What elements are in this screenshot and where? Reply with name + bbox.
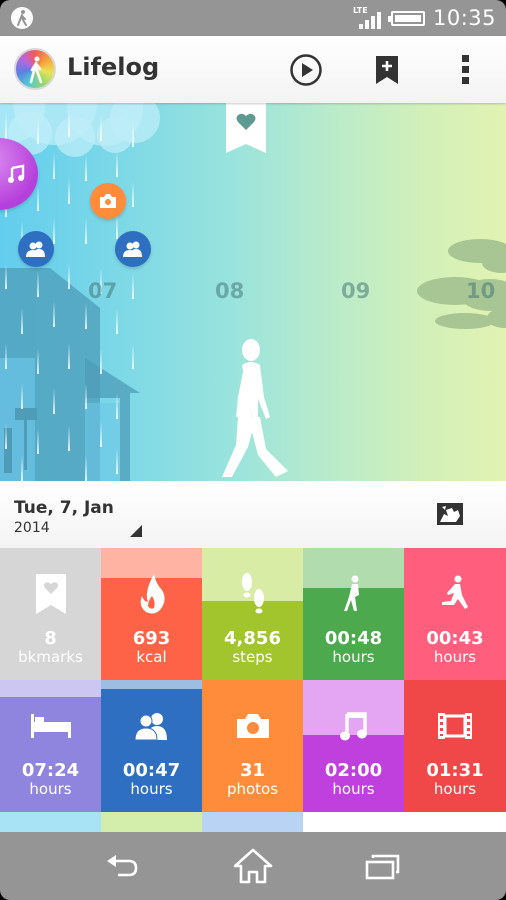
status-bar: LTE 10:35 xyxy=(0,0,506,36)
tile-unit: hours xyxy=(433,648,477,666)
app-title: Lifelog xyxy=(67,53,160,81)
back-arrow-icon xyxy=(107,855,138,877)
hour-label: 09 xyxy=(341,279,371,303)
timeline-view[interactable]: 07 08 09 10 xyxy=(0,103,506,481)
overflow-menu-button[interactable] xyxy=(446,50,486,90)
walking-icon xyxy=(303,574,404,614)
tile-unit: hours xyxy=(332,648,375,666)
tile-movies[interactable]: 01:31 hours xyxy=(404,680,506,812)
map-globe-icon xyxy=(437,503,463,525)
bookmark-add-icon xyxy=(376,56,398,84)
battery-full-icon xyxy=(387,10,425,26)
tile-value: 07:24 xyxy=(21,760,80,781)
tile-value: 00:47 xyxy=(122,760,181,781)
map-view-button[interactable] xyxy=(436,502,464,526)
hour-label: 07 xyxy=(88,279,118,303)
lifelog-app-icon[interactable] xyxy=(14,48,56,90)
tile-music[interactable]: 02:00 hours xyxy=(303,680,404,812)
camera-icon xyxy=(202,706,303,746)
tile-unit: hours xyxy=(433,780,477,798)
hour-label: 10 xyxy=(466,279,496,303)
overflow-menu-icon xyxy=(462,55,469,84)
walking-person-icon xyxy=(11,7,33,29)
tile-social[interactable]: 00:47 hours xyxy=(101,680,202,812)
tile-unit: kcal xyxy=(136,648,167,666)
tile-bookmarks[interactable]: 8 bkmarks xyxy=(0,548,101,680)
tile-calories[interactable]: 693 kcal xyxy=(101,548,202,680)
flame-icon xyxy=(101,574,202,614)
music-note-icon xyxy=(8,164,25,183)
tile-value: 693 xyxy=(132,628,171,649)
tile-value: 31 xyxy=(239,760,266,781)
tile-running[interactable]: 00:43 hours xyxy=(404,548,506,680)
bed-icon xyxy=(0,706,101,746)
recent-apps-icon xyxy=(365,854,400,880)
tile-sleep[interactable]: 07:24 hours xyxy=(0,680,101,812)
action-bar: Lifelog xyxy=(0,36,506,103)
home-button[interactable] xyxy=(228,846,278,886)
tile-value: 00:43 xyxy=(426,628,484,649)
hour-label: 08 xyxy=(215,279,245,303)
date-dropdown-indicator[interactable] xyxy=(130,525,142,537)
music-note-icon xyxy=(303,706,404,746)
favorite-bookmark-ribbon[interactable] xyxy=(226,103,266,155)
people-icon xyxy=(26,241,45,257)
tile-unit: hours xyxy=(130,780,173,798)
tile-photos[interactable]: 31 photos xyxy=(202,680,303,812)
tile-unit: bkmarks xyxy=(18,648,83,666)
tile-walking[interactable]: 00:48 hours xyxy=(303,548,404,680)
camera-icon xyxy=(100,194,116,208)
home-icon xyxy=(233,848,273,884)
recent-apps-button[interactable] xyxy=(358,846,408,886)
tile-value: 01:31 xyxy=(426,760,484,781)
clock: 10:35 xyxy=(432,6,496,30)
people-icon xyxy=(101,706,202,746)
partial-tile-row[interactable] xyxy=(101,812,202,832)
partial-tile-row[interactable] xyxy=(0,812,101,832)
tile-steps[interactable]: 4,856 steps xyxy=(202,548,303,680)
film-strip-icon xyxy=(404,706,506,746)
tile-unit: photos xyxy=(226,780,279,798)
status-icons: LTE 10:35 xyxy=(353,0,496,36)
play-circle-icon xyxy=(290,54,322,86)
walking-person-silhouette xyxy=(222,339,288,477)
footsteps-icon xyxy=(202,573,303,614)
social-event-bubble[interactable] xyxy=(115,231,151,267)
play-button[interactable] xyxy=(286,50,326,90)
tile-unit: steps xyxy=(232,648,273,666)
photo-event-bubble[interactable] xyxy=(90,183,126,219)
tile-value: 02:00 xyxy=(324,760,383,781)
signal-strength-icon: LTE xyxy=(353,7,381,29)
tile-value: 8 xyxy=(44,628,57,649)
tile-unit: hours xyxy=(332,780,375,798)
running-icon xyxy=(404,574,506,614)
date-bar: Tue, 7, Jan 2014 xyxy=(0,481,506,548)
navigation-bar xyxy=(0,832,506,900)
tile-unit: hours xyxy=(29,780,72,798)
bookmark-heart-icon xyxy=(0,574,101,614)
back-button[interactable] xyxy=(98,846,148,886)
activity-tiles: 8 bkmarks 693 kcal 4,856 steps 00:48 hours 00:43… xyxy=(0,548,506,832)
partial-tile-row[interactable] xyxy=(202,812,303,832)
year-label[interactable]: 2014 xyxy=(14,520,50,536)
heart-bookmark-icon xyxy=(226,103,266,153)
date-label[interactable]: Tue, 7, Jan xyxy=(14,498,114,518)
social-event-bubble[interactable] xyxy=(18,231,54,267)
house-illustration xyxy=(0,268,140,481)
tile-value: 00:48 xyxy=(324,628,383,649)
tile-value: 4,856 xyxy=(224,628,281,649)
people-icon xyxy=(123,241,142,257)
add-bookmark-button[interactable] xyxy=(367,50,407,90)
